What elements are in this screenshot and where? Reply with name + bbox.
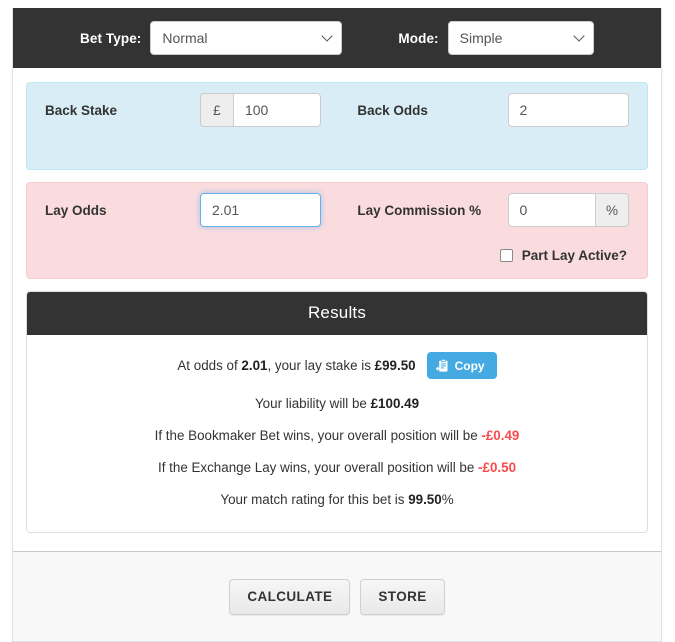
bookmaker-result-row: If the Bookmaker Bet wins, your overall … xyxy=(27,420,647,452)
exchange-result-row: If the Exchange Lay wins, your overall p… xyxy=(27,452,647,484)
lay-bet-row: Lay Odds Lay Commission % % xyxy=(45,183,629,237)
lay-stake-mid: , your lay stake is xyxy=(267,357,375,373)
mode-select-wrapper: Simple xyxy=(439,21,594,55)
rating-prefix: Your match rating for this bet is xyxy=(220,492,409,507)
store-button[interactable]: STORE xyxy=(360,578,445,615)
percent-addon: % xyxy=(596,193,629,227)
clipboard-icon xyxy=(435,358,449,373)
action-footer: CALCULATE STORE xyxy=(13,551,661,641)
exchange-prefix: If the Exchange Lay wins, your overall p… xyxy=(157,460,479,475)
calculator-body: Back Stake £ Back Odds Lay Odds xyxy=(13,68,661,533)
rating-value: 99.50 xyxy=(408,492,442,507)
lay-commission-field-group: % xyxy=(507,193,629,227)
exchange-value: -£0.50 xyxy=(478,460,517,475)
mode-select[interactable]: Simple xyxy=(447,21,594,55)
back-odds-input[interactable] xyxy=(507,93,629,127)
back-bet-panel: Back Stake £ Back Odds xyxy=(26,82,648,170)
calculate-button[interactable]: CALCULATE xyxy=(229,578,351,615)
results-body: At odds of 2.01, your lay stake is £99.5… xyxy=(27,335,647,532)
back-odds-label: Back Odds xyxy=(357,102,428,118)
settings-toolbar: Bet Type: Normal Mode: Simple xyxy=(13,8,661,68)
liability-prefix: Your liability will be xyxy=(254,396,371,411)
lay-stake-value: £99.50 xyxy=(374,357,416,373)
lay-bet-panel: Lay Odds Lay Commission % % Part Lay Act… xyxy=(26,182,648,279)
bet-type-select[interactable]: Normal xyxy=(150,21,343,55)
lay-stake-odds: 2.01 xyxy=(241,357,268,373)
lay-stake-result-row: At odds of 2.01, your lay stake is £99.5… xyxy=(27,349,647,388)
liability-result-row: Your liability will be £100.49 xyxy=(27,388,647,420)
lay-stake-prefix: At odds of xyxy=(177,357,242,373)
lay-commission-input[interactable] xyxy=(507,193,596,227)
lay-stake-text: At odds of 2.01, your lay stake is £99.5… xyxy=(177,356,415,376)
back-stake-field-group: £ xyxy=(199,93,322,127)
results-title: Results xyxy=(27,292,647,335)
back-stake-label: Back Stake xyxy=(45,102,118,118)
back-odds-field-group xyxy=(507,93,629,127)
copy-button-label: Copy xyxy=(454,358,485,373)
part-lay-checkbox[interactable] xyxy=(499,248,513,262)
matched-betting-calculator: Bet Type: Normal Mode: Simple Back Stake… xyxy=(12,8,662,642)
results-panel: Results At odds of 2.01, your lay stake … xyxy=(26,291,648,533)
bookmaker-prefix: If the Bookmaker Bet wins, your overall … xyxy=(154,428,482,443)
bookmaker-value: -£0.49 xyxy=(481,428,520,443)
currency-addon: £ xyxy=(199,93,233,127)
back-stake-input[interactable] xyxy=(232,93,322,127)
lay-odds-input[interactable] xyxy=(199,193,322,227)
part-lay-label: Part Lay Active? xyxy=(521,247,627,263)
back-bet-row: Back Stake £ Back Odds xyxy=(45,83,629,137)
rating-suffix: % xyxy=(441,492,454,507)
part-lay-row: Part Lay Active? xyxy=(45,237,629,273)
copy-button[interactable]: Copy xyxy=(426,352,497,379)
lay-commission-label: Lay Commission % xyxy=(357,202,482,218)
mode-label: Mode: xyxy=(398,30,439,46)
bet-type-label: Bet Type: xyxy=(80,30,142,46)
match-rating-result-row: Your match rating for this bet is 99.50% xyxy=(27,484,647,516)
bet-type-select-wrapper: Normal xyxy=(141,21,343,55)
liability-value: £100.49 xyxy=(370,396,420,411)
lay-odds-field-group xyxy=(199,193,322,227)
lay-odds-label: Lay Odds xyxy=(45,202,107,218)
